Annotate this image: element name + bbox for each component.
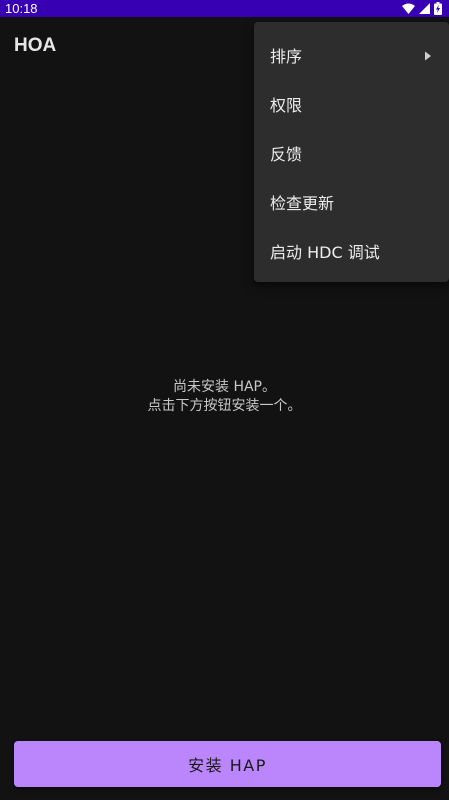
status-time: 10:18 <box>5 1 38 16</box>
menu-item-label: 排序 <box>270 46 303 66</box>
menu-item-permissions[interactable]: 权限 <box>254 79 449 128</box>
submenu-arrow-icon <box>425 45 431 64</box>
menu-item-label: 检查更新 <box>270 193 335 213</box>
menu-item-label: 启动 HDC 调试 <box>270 242 380 262</box>
menu-item-check-updates[interactable]: 检查更新 <box>254 177 449 226</box>
app-screen: 10:18 HOA 尚未安装 HAP。 点击下方按钮安装一个。 排序 权限 反馈… <box>0 0 449 800</box>
battery-charging-icon <box>434 2 442 15</box>
menu-item-label: 权限 <box>270 95 303 115</box>
status-bar: 10:18 <box>0 0 449 17</box>
install-hap-button[interactable]: 安装 HAP <box>14 741 441 787</box>
empty-state-message: 尚未安装 HAP。 点击下方按钮安装一个。 <box>0 378 449 416</box>
menu-item-start-hdc-debug[interactable]: 启动 HDC 调试 <box>254 226 449 275</box>
menu-item-feedback[interactable]: 反馈 <box>254 128 449 177</box>
status-icons <box>402 2 442 15</box>
wifi-icon <box>402 3 415 14</box>
empty-state-line-2: 点击下方按钮安装一个。 <box>147 398 302 414</box>
menu-item-sort[interactable]: 排序 <box>254 30 449 79</box>
overflow-menu: 排序 权限 反馈 检查更新 启动 HDC 调试 <box>254 22 449 282</box>
cell-signal-icon <box>419 3 430 14</box>
app-title: HOA <box>14 35 57 56</box>
empty-state-line-1: 尚未安装 HAP。 <box>173 379 276 395</box>
menu-item-label: 反馈 <box>270 144 303 164</box>
